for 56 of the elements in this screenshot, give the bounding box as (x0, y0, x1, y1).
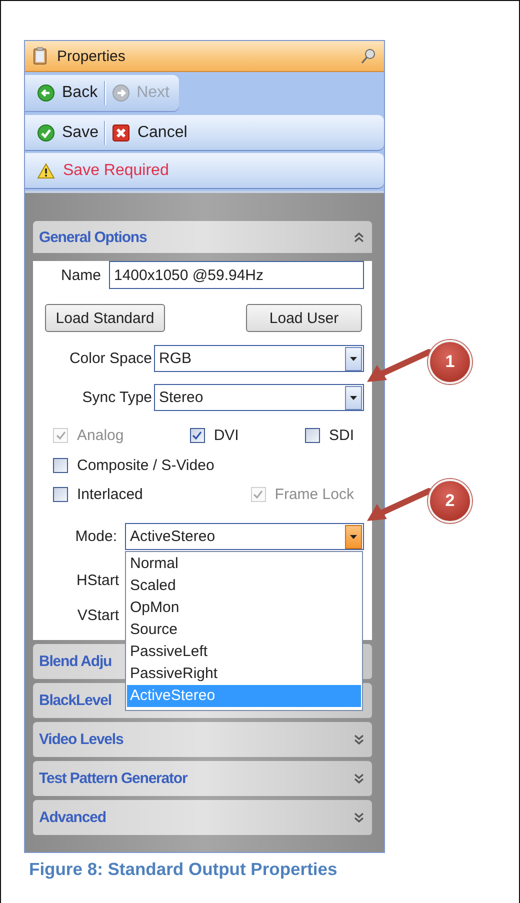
dropdown-option[interactable]: OpMon (127, 597, 361, 619)
dropdown[interactable]: Stereo (154, 384, 364, 411)
callout-arrow (365, 489, 431, 523)
dropdown-option[interactable]: PassiveRight (127, 663, 361, 685)
field-label: Color Space (68, 350, 152, 367)
warning-text: Save Required (63, 162, 169, 180)
dropdown-option[interactable]: Source (127, 619, 361, 641)
section-title: Video Levels (39, 731, 124, 748)
dropdown-option[interactable]: Scaled (127, 575, 361, 597)
check-icon (37, 124, 55, 142)
field-label: Mode: (74, 528, 117, 545)
callout-badge: 2 (428, 479, 472, 523)
field-label: Sync Type (81, 389, 152, 406)
checkbox[interactable]: Composite / S-Video (53, 456, 214, 474)
callout-badge: 1 (428, 340, 472, 384)
check-icon (253, 490, 264, 498)
section-title: Test Pattern Generator (39, 770, 188, 787)
expand-icon[interactable] (354, 734, 364, 745)
dropdown[interactable]: RGB (154, 345, 364, 372)
dropdown[interactable]: ActiveStereo (125, 523, 364, 550)
caret-icon (350, 534, 357, 538)
collapse-icon[interactable] (354, 232, 364, 242)
field-label: HStart (75, 572, 119, 588)
load-user-button[interactable]: Load User (246, 304, 362, 332)
panel-title: Properties (57, 48, 126, 64)
checkbox[interactable]: DVI (190, 426, 239, 444)
figure-caption: Figure 8: Standard Output Properties (29, 859, 338, 880)
name-field[interactable]: 1400x1050 @59.94Hz (109, 261, 364, 289)
clipboard-icon (33, 47, 47, 65)
checkbox[interactable]: Interlaced (53, 486, 143, 502)
section-header[interactable]: Video Levels (33, 722, 372, 757)
load-standard-button[interactable]: Load Standard (45, 304, 165, 332)
section-title: Blend Adju (39, 653, 112, 670)
callout-arrow (365, 350, 431, 384)
close-icon (112, 124, 130, 142)
section-header[interactable]: Advanced (33, 800, 372, 835)
field-label: VStart (76, 606, 119, 624)
expand-icon[interactable] (354, 812, 364, 823)
checkbox[interactable]: SDI (304, 426, 354, 444)
section-title: General Options (39, 228, 147, 246)
section-header[interactable]: General Options (33, 221, 372, 253)
check-icon (56, 430, 66, 440)
cancel-button[interactable]: Cancel (106, 118, 194, 146)
warning-icon (37, 162, 55, 178)
back-button[interactable]: Back (31, 79, 104, 107)
check-icon (192, 430, 202, 440)
save-button[interactable]: Save (31, 118, 104, 146)
dropdown-option[interactable]: Normal (127, 553, 361, 575)
field-label: Name (60, 266, 101, 284)
expand-icon[interactable] (354, 773, 364, 784)
section-title: BlackLevel (39, 692, 112, 709)
section-header[interactable]: Test Pattern Generator (33, 761, 372, 796)
dropdown-option[interactable]: PassiveLeft (127, 641, 361, 663)
caret-icon (350, 396, 357, 400)
caret-icon (350, 356, 357, 360)
section-title: Advanced (39, 809, 106, 826)
